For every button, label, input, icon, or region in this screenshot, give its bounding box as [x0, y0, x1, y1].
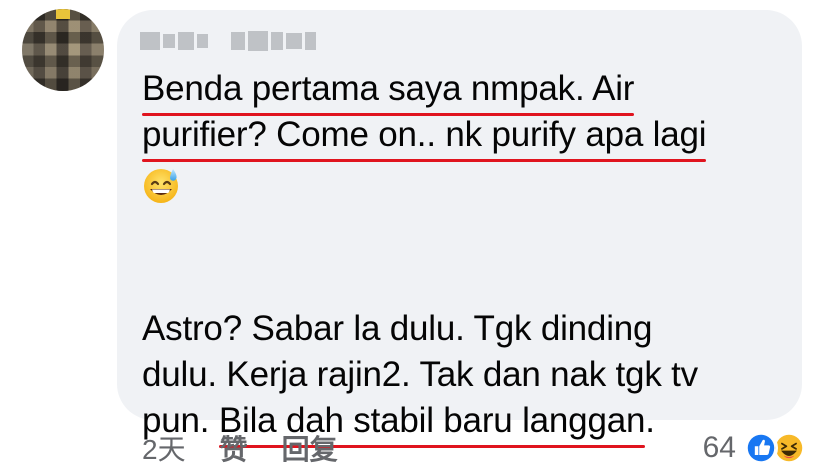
comment-line-1: Benda pertama saya nmpak. Air [142, 66, 792, 116]
like-button[interactable]: 赞 [220, 428, 248, 468]
reaction-icons [744, 431, 806, 465]
comment-line-5: dulu. Kerja rajin2. Tak dan nak tgk tv [142, 355, 698, 394]
reaction-summary[interactable]: 64 [703, 428, 806, 468]
comment-line-2: purifier? Come on.. nk purify apa lagi [142, 112, 792, 162]
underlined-text: purifier? Come on.. nk purify apa lagi [142, 112, 707, 162]
author-name-blurred[interactable] [140, 30, 317, 52]
timestamp[interactable]: 2天 [142, 428, 186, 468]
comment-line-3 [142, 158, 792, 204]
like-reaction-icon [744, 431, 778, 465]
comment-screenshot: Benda pertama saya nmpak. Air purifier? … [0, 0, 828, 474]
avatar[interactable] [22, 9, 104, 91]
reaction-count: 64 [702, 431, 736, 464]
comment-actions: 2天 赞 回复 [142, 430, 338, 466]
comment-line-4: Astro? Sabar la dulu. Tgk dinding [142, 309, 653, 348]
reply-button[interactable]: 回复 [282, 428, 338, 468]
grinning-face-with-sweat-icon [144, 168, 178, 203]
comment-text: Benda pertama saya nmpak. Air purifier? … [142, 66, 792, 448]
underlined-text: Benda pertama saya nmpak. Air [142, 66, 635, 116]
